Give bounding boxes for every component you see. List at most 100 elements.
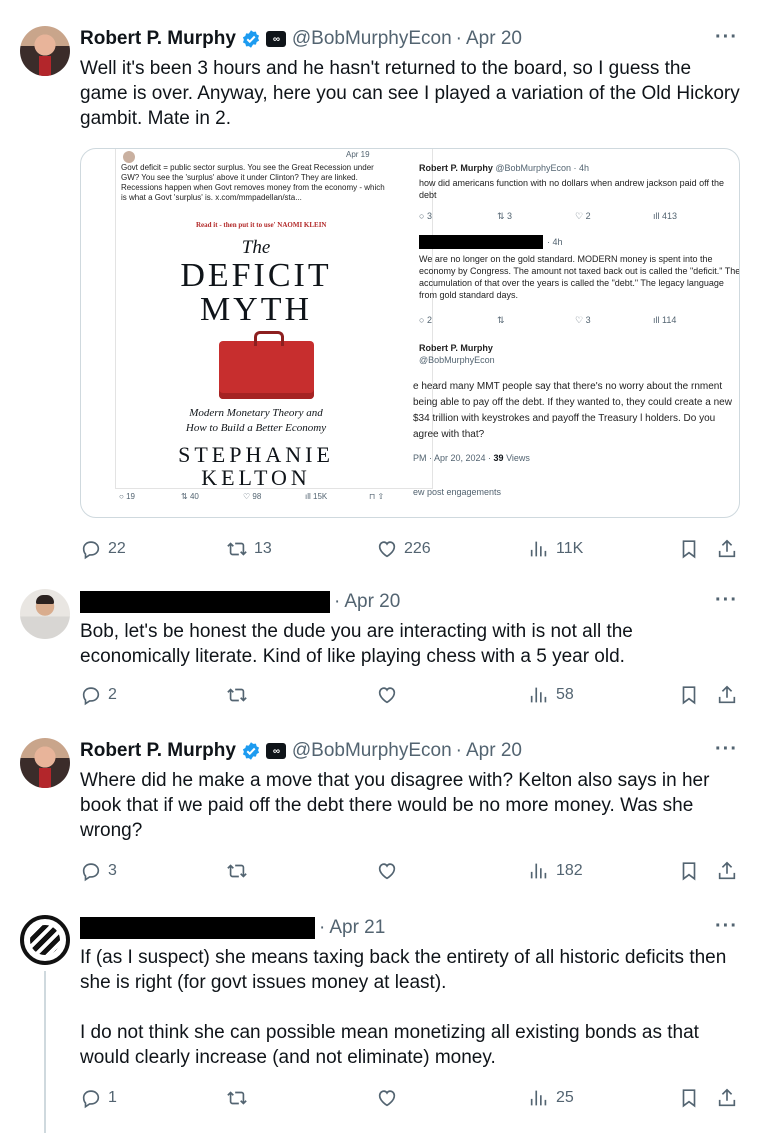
mini-stat-views: ıll 15K <box>305 492 328 501</box>
tweet-date[interactable]: Apr 20 <box>466 28 522 50</box>
share-icon <box>718 861 736 880</box>
heart-icon <box>378 863 396 880</box>
avatar[interactable] <box>20 26 70 76</box>
retweet-button[interactable] <box>226 1087 248 1109</box>
mini-t2-text: We are no longer on the gold standard. M… <box>419 254 740 300</box>
embedded-image[interactable]: Apr 19 Govt deficit = public sector surp… <box>80 148 740 518</box>
mini-stats-row: ○ 19 ⇅ 40 ♡ 98 ıll 15K ⊓ ⇧ <box>119 492 429 502</box>
book-blurb: Read it - then put it to use' NAOMI KLEI… <box>196 221 327 229</box>
tweet-text: If (as I suspect) she means taxing back … <box>80 947 727 1068</box>
reply-count: 22 <box>108 540 126 557</box>
mini-t1-text: how did americans function with no dolla… <box>419 178 725 200</box>
retweet-button[interactable] <box>226 684 248 706</box>
views-button[interactable]: 58 <box>528 684 574 706</box>
view-count: 25 <box>556 1089 574 1106</box>
reply-count: 3 <box>108 862 117 879</box>
book-subtitle-line1: Modern Monetary Theory and <box>189 407 323 419</box>
view-count: 58 <box>556 686 574 703</box>
action-bar: 22 13 226 11K <box>80 538 740 562</box>
suitcase-image <box>219 331 314 399</box>
heart-icon <box>378 1090 396 1107</box>
author-handle[interactable]: @BobMurphyEcon <box>292 28 452 50</box>
mini-stat-likes: ♡ 98 <box>243 492 262 501</box>
avatar[interactable] <box>20 589 70 639</box>
share-button[interactable] <box>716 860 738 882</box>
more-options-icon[interactable]: ··· <box>715 589 738 612</box>
book-title-line2: MYTH <box>199 291 313 328</box>
reply-button[interactable]: 2 <box>80 684 117 706</box>
retweet-icon <box>227 542 247 556</box>
views-button[interactable]: 182 <box>528 860 583 882</box>
share-icon <box>718 1088 736 1107</box>
retweet-icon <box>227 688 247 702</box>
tweet-date[interactable]: Apr 20 <box>466 740 522 762</box>
bookmark-icon <box>682 686 696 705</box>
reply-button[interactable]: 22 <box>80 538 126 560</box>
bookmark-icon <box>682 862 696 881</box>
bookmark-button[interactable] <box>678 538 700 560</box>
avatar[interactable] <box>20 738 70 788</box>
mini-t1-header: Robert P. Murphy @BobMurphyEcon · 4h <box>419 163 590 173</box>
thread-screenshot: Robert P. Murphy @BobMurphyEcon · 4h how… <box>411 149 740 517</box>
view-count: 182 <box>556 862 583 879</box>
bookmark-icon <box>682 1089 696 1108</box>
mini-t3-handle: @BobMurphyEcon <box>419 355 495 365</box>
action-bar: 1 25 <box>80 1087 740 1111</box>
redacted-name <box>419 235 543 249</box>
views-icon <box>530 1090 547 1106</box>
mini-t3-time: PM · Apr 20, 2024 · 39 Views <box>413 453 530 463</box>
redacted-name <box>80 591 330 613</box>
author-name[interactable]: Robert P. Murphy <box>80 28 236 50</box>
bookmark-button[interactable] <box>678 684 700 706</box>
share-button[interactable] <box>716 684 738 706</box>
action-bar: 2 58 <box>80 684 740 708</box>
like-button[interactable] <box>376 684 398 706</box>
book-subtitle-line2: How to Build a Better Economy <box>185 422 327 434</box>
separator-dot: · <box>319 917 326 938</box>
views-button[interactable]: 25 <box>528 1087 574 1109</box>
reply-icon <box>82 541 100 560</box>
bookmark-button[interactable] <box>678 1087 700 1109</box>
separator-dot: · <box>334 591 341 612</box>
like-button[interactable] <box>376 860 398 882</box>
author-handle[interactable]: @BobMurphyEcon <box>292 740 452 762</box>
verified-badge-icon <box>242 742 259 760</box>
more-options-icon[interactable]: ··· <box>715 915 738 938</box>
book-author-line2: KELTON <box>201 465 311 485</box>
heart-icon <box>378 687 396 704</box>
share-icon <box>718 685 736 704</box>
retweet-button[interactable]: 13 <box>226 538 272 560</box>
mini-t2-time: · 4h <box>547 237 563 247</box>
book-screenshot: Apr 19 Govt deficit = public sector surp… <box>115 149 433 489</box>
views-icon <box>530 541 547 557</box>
share-icon <box>718 539 736 558</box>
reply-button[interactable]: 1 <box>80 1087 117 1109</box>
verified-badge-icon <box>242 30 259 48</box>
views-button[interactable]: 11K <box>528 538 583 560</box>
like-button[interactable] <box>376 1087 398 1109</box>
reply-icon <box>82 1090 100 1109</box>
more-options-icon[interactable]: ··· <box>715 738 738 761</box>
share-button[interactable] <box>716 538 738 560</box>
book-the: The <box>241 237 271 258</box>
tweet-date[interactable]: Apr 20 <box>344 591 400 613</box>
views-icon <box>530 863 547 879</box>
tweet-date[interactable]: Apr 21 <box>329 917 385 939</box>
tweet-text: Well it's been 3 hours and he hasn't ret… <box>80 58 740 129</box>
share-button[interactable] <box>716 1087 738 1109</box>
reply-icon <box>82 687 100 706</box>
retweet-button[interactable] <box>226 860 248 882</box>
retweet-icon <box>227 864 247 878</box>
like-button[interactable]: 226 <box>376 538 431 560</box>
more-options-icon[interactable]: ··· <box>715 26 738 49</box>
mini-bookmark-icon: ⊓ ⇧ <box>369 492 385 501</box>
avatar[interactable] <box>20 915 70 965</box>
mini-t3-engagements: ew post engagements <box>413 487 502 497</box>
bookmark-button[interactable] <box>678 860 700 882</box>
views-icon <box>530 687 547 703</box>
action-bar: 3 182 <box>80 860 740 884</box>
author-name[interactable]: Robert P. Murphy <box>80 740 236 762</box>
reply-button[interactable]: 3 <box>80 860 117 882</box>
affiliation-badge-icon: ∞ <box>265 743 286 759</box>
mini-stat-replies: ○ 19 <box>119 492 135 501</box>
